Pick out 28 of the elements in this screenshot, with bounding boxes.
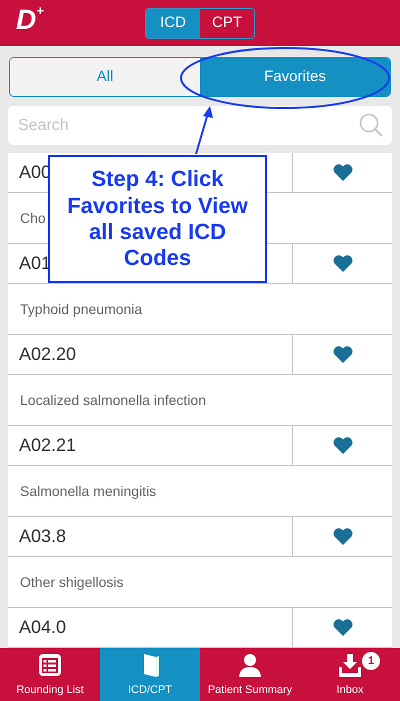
description-row: Salmonella meningitis	[8, 466, 392, 517]
count-badge: 1	[362, 652, 380, 670]
logo: D$^{+}$	[16, 6, 44, 34]
tab-label: ICD/CPT	[128, 682, 172, 698]
code-cell: A02.20	[8, 335, 293, 374]
heart-icon[interactable]	[332, 344, 354, 366]
tab-label: Inbox	[336, 682, 364, 698]
annotation-callout: Step 4: Click Favorites to View all saved ICD Codes	[48, 155, 267, 283]
heart-icon[interactable]	[332, 434, 354, 456]
search-field[interactable]: Search	[8, 106, 392, 145]
description-row: Other shigellosis	[8, 557, 392, 608]
tab-label: Rounding List	[16, 682, 84, 698]
tab-bar-item[interactable]: ICD/CPT	[100, 648, 200, 701]
tab-label: Patient Summary	[208, 682, 292, 698]
description-row: Typhoid pneumonia	[8, 284, 392, 335]
arrow	[195, 106, 213, 154]
segment-tab[interactable]: ICD	[146, 8, 200, 38]
description-row: Localized salmonella infection	[8, 375, 392, 426]
filter-tab[interactable]: All	[10, 58, 200, 96]
heart-icon[interactable]	[332, 526, 354, 548]
code-cell: A02.21	[8, 426, 293, 465]
heart-icon[interactable]	[332, 252, 354, 274]
code-cell: A03.8	[8, 517, 293, 556]
heart-icon[interactable]	[332, 616, 354, 638]
filter-tab[interactable]: Favorites	[200, 58, 390, 96]
code-cell: A04.0	[8, 608, 293, 647]
heart-icon[interactable]	[332, 162, 354, 184]
search-icon	[358, 112, 384, 138]
